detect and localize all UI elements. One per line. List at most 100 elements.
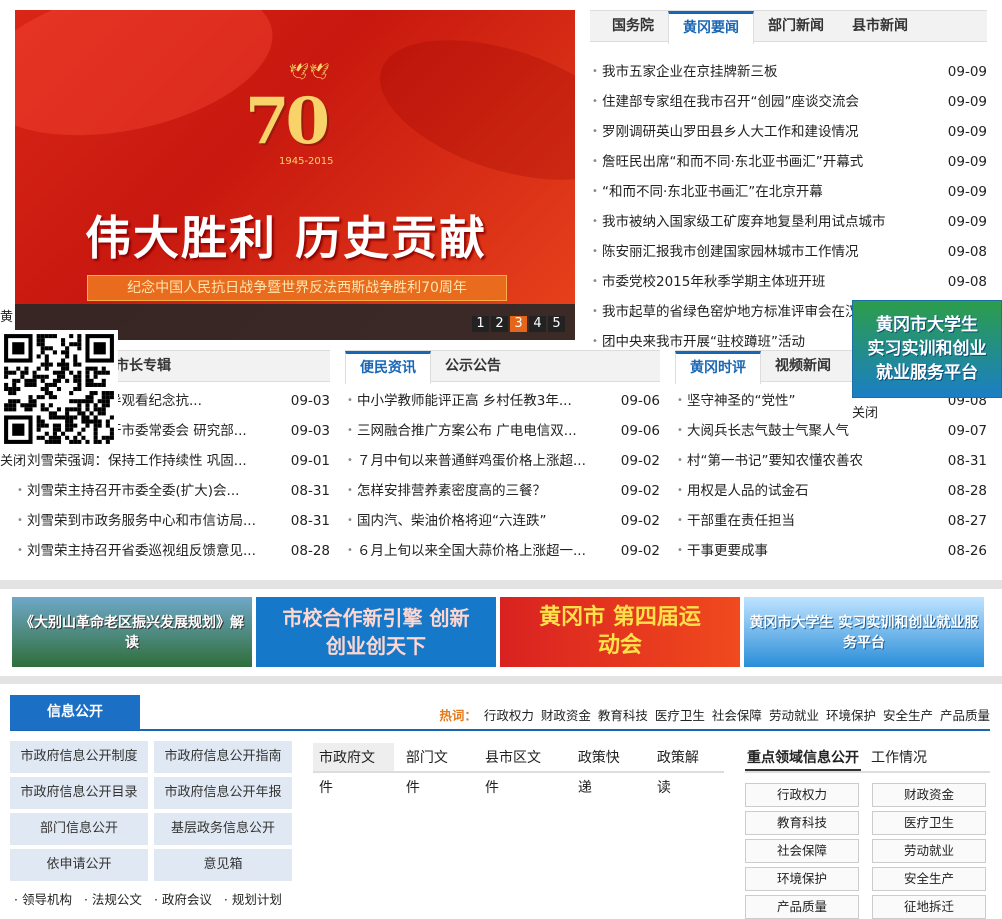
news-title-link[interactable]: 刘雪荣强调：保持工作持续性 巩固... [15,446,247,476]
news-title-link[interactable]: ７月中旬以来普通鲜鸡蛋价格上涨超... [345,446,586,476]
list-item[interactable]: 詹旺民出席“和而不同·东北亚书画汇”开幕式 09-09 [590,147,987,177]
list-item[interactable]: 市委党校2015年秋季学期主体班开班 09-08 [590,267,987,297]
news-title-link[interactable]: 詹旺民出席“和而不同·东北亚书画汇”开幕式 [590,147,863,177]
tab-dept-news[interactable]: 部门新闻 [754,11,838,41]
key-area-button[interactable]: 征地拆迁 [872,895,986,919]
news-title-link[interactable]: “和而不同·东北亚书画汇”在北京开幕 [590,177,823,207]
news-title-link[interactable]: 住建部专家组在我市召开“创园”座谈交流会 [590,87,859,117]
news-title-link[interactable]: 市委党校2015年秋季学期主体班开班 [590,267,825,297]
qr-close-button[interactable]: 关闭 [0,450,26,469]
tab-public-notice[interactable]: 公示公告 [431,351,515,381]
news-title-link[interactable]: 中小学教师能评正高 乡村任教3年... [345,386,572,416]
list-item[interactable]: 国内汽、柴油价格将迎“六连跌” 09-02 [345,506,660,536]
news-title-link[interactable]: 坚守神圣的“党性” [675,386,796,416]
hot-word-link[interactable]: 医疗卫生 [655,705,705,724]
list-item[interactable]: 大阅兵长志气鼓士气聚人气 09-07 [675,416,987,446]
tab-guowuyuan[interactable]: 国务院 [590,11,668,41]
info-disclosure-button[interactable]: 市政府信息公开年报 [154,777,292,809]
list-item[interactable]: 刘雪荣主持召开省委巡视组反馈意见... 08-28 [15,536,330,566]
list-item[interactable]: ６月上旬以来全国大蒜价格上涨超一... 09-02 [345,536,660,566]
hot-word-link[interactable]: 社会保障 [712,705,762,724]
list-item[interactable]: 刘雪荣主持召开市委全委(扩大)会... 08-31 [15,476,330,506]
key-area-button[interactable]: 安全生产 [872,867,986,891]
tab-video-news[interactable]: 视频新闻 [761,351,845,381]
list-item[interactable]: 村“第一书记”要知农懂农善农 08-31 [675,446,987,476]
info-disclosure-button[interactable]: 基层政务信息公开 [154,813,292,845]
banner-page-button[interactable]: 2 [491,316,508,332]
tab-doc[interactable]: 政策解读 [645,743,724,796]
list-item[interactable]: “和而不同·东北亚书画汇”在北京开幕 09-09 [590,177,987,207]
key-area-button[interactable]: 劳动就业 [872,839,986,863]
key-area-button[interactable]: 教育科技 [745,811,859,835]
ad-college-employment-platform[interactable]: 黄冈市大学生 实习实训和创业就业服务平台 [744,597,984,667]
news-title-link[interactable]: 三网融合推广方案公布 广电电信双... [345,416,577,446]
news-title-link[interactable]: 国内汽、柴油价格将迎“六连跌” [345,506,547,536]
banner-page-button[interactable]: 4 [529,316,546,332]
ad-city-school-cooperation[interactable]: 市校合作新引擎 创新创业创天下 [256,597,496,667]
hot-word-link[interactable]: 财政资金 [541,705,591,724]
list-item[interactable]: 刘雪荣强调：保持工作持续性 巩固... 09-01 [15,446,330,476]
news-title-link[interactable]: ６月上旬以来全国大蒜价格上涨超一... [345,536,586,566]
key-area-button[interactable]: 社会保障 [745,839,859,863]
info-disclosure-button[interactable]: 市政府信息公开制度 [10,741,148,773]
list-item[interactable]: 刘雪荣到市政务服务中心和市信访局... 08-31 [15,506,330,536]
key-area-button[interactable]: 财政资金 [872,783,986,807]
list-item[interactable]: ７月中旬以来普通鲜鸡蛋价格上涨超... 09-02 [345,446,660,476]
news-title-link[interactable]: 刘雪荣到市政务服务中心和市信访局... [15,506,256,536]
list-item[interactable]: 我市五家企业在京挂牌新三板 09-09 [590,57,987,87]
info-link[interactable]: · 规划计划 [224,889,282,908]
info-disclosure-button[interactable]: 市政府信息公开指南 [154,741,292,773]
tab-huanggang-news[interactable]: 黄冈要闻 [668,11,754,44]
news-title-link[interactable]: 陈安丽汇报我市创建国家园林城市工作情况 [590,237,859,267]
tab-doc[interactable]: 县市区文件 [473,743,566,796]
hot-word-link[interactable]: 环境保护 [826,705,876,724]
news-title-link[interactable]: 我市起草的省绿色窑炉地方标准评审会在汉举行 [590,297,886,327]
info-disclosure-button[interactable]: 依申请公开 [10,849,148,881]
key-area-button[interactable]: 行政权力 [745,783,859,807]
news-title-link[interactable]: 干部重在责任担当 [675,506,795,536]
list-item[interactable]: 中小学教师能评正高 乡村任教3年... 09-06 [345,386,660,416]
hot-word-link[interactable]: 产品质量 [940,705,990,724]
list-item[interactable]: 陈安丽汇报我市创建国家园林城市工作情况 09-08 [590,237,987,267]
info-link[interactable]: · 领导机构 [14,889,72,908]
tab-doc[interactable]: 市政府文件 [313,743,394,796]
key-area-button[interactable]: 医疗卫生 [872,811,986,835]
hot-word-link[interactable]: 劳动就业 [769,705,819,724]
tab-doc[interactable]: 政策快递 [566,743,645,796]
hot-word-link[interactable]: 行政权力 [484,705,534,724]
tab-key-area[interactable]: 重点领域信息公开 [745,743,861,771]
tab-key-area[interactable]: 工作情况 [861,743,937,771]
news-title-link[interactable]: 村“第一书记”要知农懂农善农 [675,446,863,476]
list-item[interactable]: 我市被纳入国家级工矿废弃地复垦利用试点城市 09-09 [590,207,987,237]
banner-page-button[interactable]: 5 [548,316,565,332]
news-title-link[interactable]: 我市被纳入国家级工矿废弃地复垦利用试点城市 [590,207,886,237]
key-area-button[interactable]: 产品质量 [745,895,859,919]
key-area-button[interactable]: 环境保护 [745,867,859,891]
list-item[interactable]: 罗刚调研英山罗田县乡人大工作和建设情况 09-09 [590,117,987,147]
floating-ad[interactable]: 黄冈市大学生 实习实训和创业 就业服务平台 [852,300,1002,398]
news-title-link[interactable]: 干事更要成事 [675,536,768,566]
news-title-link[interactable]: 怎样安排营养素密度高的三餐？ [345,476,546,506]
list-item[interactable]: 用权是人品的试金石 08-28 [675,476,987,506]
banner-page-button[interactable]: 3 [510,316,527,332]
list-item[interactable]: 干事更要成事 08-26 [675,536,987,566]
news-title-link[interactable]: 刘雪荣主持召开省委巡视组反馈意见... [15,536,256,566]
list-item[interactable]: 怎样安排营养素密度高的三餐？ 09-02 [345,476,660,506]
news-title-link[interactable]: 我市五家企业在京挂牌新三板 [590,57,778,87]
hot-word-link[interactable]: 教育科技 [598,705,648,724]
tab-county-news[interactable]: 县市新闻 [838,11,922,41]
tab-convenience[interactable]: 便民资讯 [345,351,431,384]
info-disclosure-button[interactable]: 部门信息公开 [10,813,148,845]
news-title-link[interactable]: 大阅兵长志气鼓士气聚人气 [675,416,849,446]
floating-ad-close-button[interactable]: 关闭 [852,402,878,421]
banner-page-button[interactable]: 1 [472,316,489,332]
info-link[interactable]: · 法规公文 [84,889,142,908]
info-disclosure-button[interactable]: 意见箱 [154,849,292,881]
list-item[interactable]: 住建部专家组在我市召开“创园”座谈交流会 09-09 [590,87,987,117]
news-title-link[interactable]: 刘雪荣主持召开市委全委(扩大)会... [15,476,239,506]
info-disclosure-button[interactable]: 市政府信息公开目录 [10,777,148,809]
list-item[interactable]: 干部重在责任担当 08-27 [675,506,987,536]
news-title-link[interactable]: 罗刚调研英山罗田县乡人大工作和建设情况 [590,117,859,147]
ad-dabieshan-plan[interactable]: 《大别山革命老区振兴发展规划》解读 [12,597,252,667]
tab-doc[interactable]: 部门文件 [394,743,473,796]
